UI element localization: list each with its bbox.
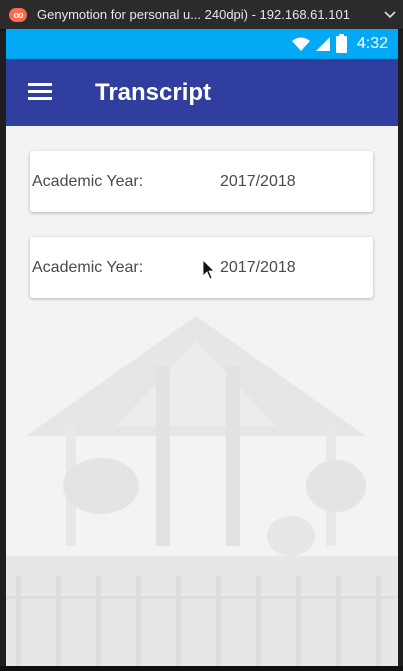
battery-icon bbox=[335, 33, 347, 53]
svg-text:x: x bbox=[303, 45, 307, 51]
signal-icon bbox=[315, 37, 330, 51]
status-time: 4:32 bbox=[356, 35, 388, 52]
mouse-cursor-icon bbox=[203, 260, 215, 280]
academic-year-label: Academic Year: bbox=[32, 259, 144, 276]
academic-year-value: 2017/2018 bbox=[220, 173, 296, 190]
academic-year-label: Academic Year: bbox=[32, 173, 144, 190]
genymotion-logo-icon: oo bbox=[9, 7, 27, 22]
status-bar: x 4:32 bbox=[6, 29, 398, 59]
window-title: Genymotion for personal u... 240dpi) - 1… bbox=[37, 7, 350, 22]
app-bar: Transcript bbox=[6, 59, 398, 126]
academic-year-value: 2017/2018 bbox=[220, 259, 296, 276]
window-titlebar: oo Genymotion for personal u... 240dpi) … bbox=[0, 0, 403, 30]
window-bottom-edge bbox=[0, 666, 403, 671]
academic-year-card[interactable]: Academic Year: 2017/2018 bbox=[30, 151, 373, 212]
hamburger-menu-icon[interactable] bbox=[28, 81, 52, 101]
android-device-screen: x 4:32 Transcript Academic Year: 2017/20… bbox=[6, 29, 398, 666]
page-title: Transcript bbox=[95, 79, 212, 106]
academic-year-card[interactable]: Academic Year: 2017/2018 bbox=[30, 237, 373, 298]
wifi-icon: x bbox=[291, 37, 310, 51]
chevron-down-icon[interactable] bbox=[377, 8, 403, 22]
